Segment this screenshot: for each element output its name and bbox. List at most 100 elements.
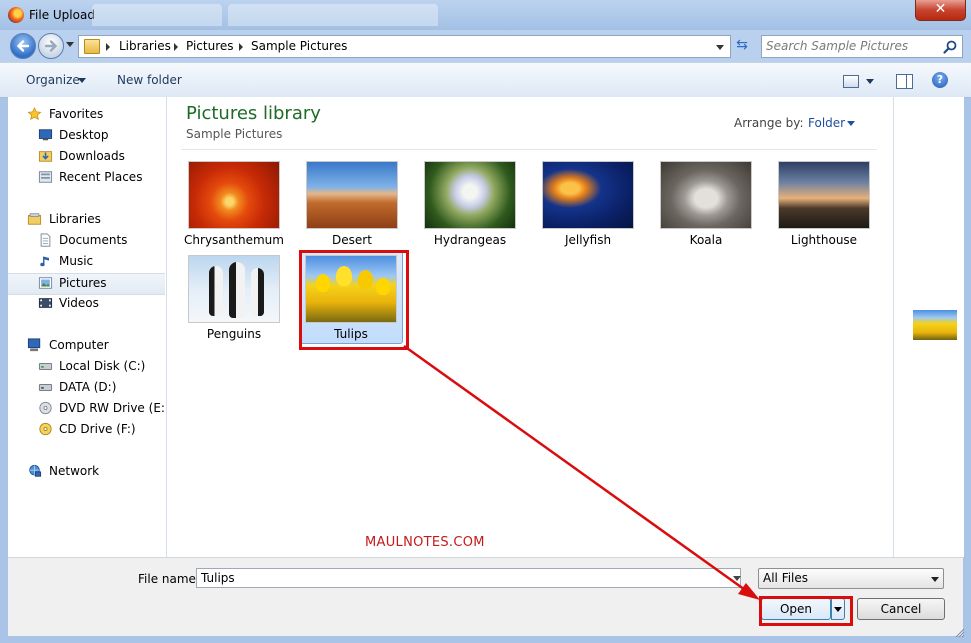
file-tile-desert[interactable]: Desert	[301, 157, 403, 249]
open-button[interactable]: Open	[761, 598, 831, 620]
nav-item-data-drive[interactable]: DATA (D:)	[8, 378, 166, 398]
file-tile-jellyfish[interactable]: Jellyfish	[537, 157, 639, 249]
address-bar[interactable]: Libraries Pictures Sample Pictures	[78, 35, 731, 58]
file-name-input[interactable]	[196, 568, 741, 588]
pictures-icon	[38, 277, 53, 289]
nav-label: Music	[59, 254, 94, 268]
nav-libraries[interactable]: Libraries	[8, 210, 166, 230]
file-name: Chrysanthemum	[184, 233, 284, 247]
breadcrumb-separator-icon[interactable]	[106, 43, 110, 51]
nav-item-videos[interactable]: Videos	[8, 294, 166, 314]
videos-icon	[38, 298, 53, 308]
breadcrumb-pictures[interactable]: Pictures	[186, 39, 234, 53]
file-name: Desert	[332, 233, 372, 247]
nav-computer[interactable]: Computer	[8, 336, 166, 356]
file-name: Jellyfish	[564, 233, 612, 247]
thumbnail-penguins	[188, 255, 280, 323]
file-name-history-dropdown-icon[interactable]	[733, 576, 741, 581]
dvd-drive-icon	[39, 401, 52, 415]
open-options-dropdown[interactable]	[831, 598, 845, 620]
nav-label: CD Drive (F:)	[59, 422, 136, 436]
thumbnail-jellyfish	[542, 161, 634, 229]
nav-label: Favorites	[49, 107, 104, 121]
search-icon[interactable]	[942, 39, 958, 55]
back-button[interactable]	[10, 33, 36, 59]
hard-drive-icon	[38, 383, 53, 391]
nav-item-documents[interactable]: Documents	[8, 231, 166, 251]
recent-places-icon	[38, 171, 53, 183]
chevron-down-icon	[931, 577, 939, 582]
file-name: Lighthouse	[790, 233, 858, 247]
star-icon	[27, 107, 42, 121]
nav-favorites[interactable]: Favorites	[8, 105, 166, 125]
resize-grip-icon[interactable]	[955, 628, 965, 638]
breadcrumb-libraries[interactable]: Libraries	[119, 39, 171, 53]
refresh-button[interactable]: ⇆	[731, 35, 753, 56]
background-tab	[228, 4, 438, 26]
nav-label: Network	[49, 464, 100, 478]
breadcrumb-separator-icon[interactable]	[239, 43, 243, 51]
nav-label: Pictures	[59, 276, 107, 290]
file-tile-penguins[interactable]: Penguins	[183, 251, 285, 343]
file-list-pane[interactable]: Pictures library Sample Pictures Arrange…	[167, 97, 893, 557]
nav-item-music[interactable]: Music	[8, 252, 166, 272]
file-name: Hydrangeas	[433, 233, 507, 247]
nav-label: Recent Places	[59, 170, 143, 184]
arrange-by-dropdown[interactable]: Folder	[808, 116, 845, 130]
library-subtitle: Sample Pictures	[186, 127, 283, 141]
nav-item-recent-places[interactable]: Recent Places	[8, 168, 166, 188]
change-view-icon[interactable]	[843, 75, 859, 88]
desktop-icon	[38, 129, 53, 141]
file-tile-tulips[interactable]: Tulips	[299, 250, 403, 344]
documents-icon	[40, 233, 51, 247]
file-tile-hydrangeas[interactable]: Hydrangeas	[419, 157, 521, 249]
nav-label: Computer	[49, 338, 109, 352]
thumbnail-tulips	[305, 255, 397, 323]
close-button[interactable]: ✕	[915, 0, 966, 21]
breadcrumb-sample-pictures[interactable]: Sample Pictures	[251, 39, 347, 53]
view-options-dropdown-icon[interactable]	[866, 79, 874, 84]
music-icon	[40, 256, 49, 267]
window-title: File Upload	[29, 8, 95, 22]
title-bar[interactable]: File Upload ✕	[0, 0, 971, 30]
libraries-icon	[27, 213, 42, 225]
nav-item-downloads[interactable]: Downloads	[8, 147, 166, 167]
nav-item-pictures[interactable]: Pictures	[8, 273, 165, 295]
search-input[interactable]	[766, 37, 936, 55]
file-name-label: File name:	[138, 572, 200, 586]
new-folder-button[interactable]: New folder	[117, 73, 182, 87]
thumbnail-hydrangeas	[424, 161, 516, 229]
arrange-by-label: Arrange by:	[734, 116, 804, 130]
nav-item-desktop[interactable]: Desktop	[8, 126, 166, 146]
file-tile-lighthouse[interactable]: Lighthouse	[773, 157, 875, 249]
address-dropdown-icon[interactable]	[716, 45, 724, 50]
chevron-down-icon[interactable]	[847, 121, 855, 126]
dialog-footer: File name: All Files Open Cancel	[8, 557, 963, 636]
cancel-button[interactable]: Cancel	[857, 598, 945, 620]
command-toolbar: Organize New folder ?	[0, 62, 971, 98]
navigation-pane: Favorites Desktop Downloads Recent Place…	[8, 97, 167, 557]
file-type-select[interactable]: All Files	[758, 568, 944, 589]
preview-pane-toggle-icon[interactable]	[896, 74, 913, 89]
file-tile-koala[interactable]: Koala	[655, 157, 757, 249]
nav-network[interactable]: Network	[8, 462, 166, 482]
forward-button[interactable]	[38, 33, 64, 59]
file-name: Tulips	[334, 327, 368, 341]
chevron-down-icon[interactable]	[78, 78, 86, 83]
thumbnail-koala	[660, 161, 752, 229]
search-box[interactable]	[761, 35, 963, 58]
organize-button[interactable]: Organize	[26, 73, 80, 87]
nav-item-dvd-drive[interactable]: DVD RW Drive (E:) 20	[8, 399, 166, 419]
file-tile-chrysanthemum[interactable]: Chrysanthemum	[183, 157, 285, 249]
nav-item-cd-drive[interactable]: CD Drive (F:)	[8, 420, 166, 440]
cd-drive-icon	[39, 422, 52, 436]
arrow-left-icon	[16, 40, 30, 52]
header-divider	[181, 149, 877, 150]
breadcrumb-separator-icon[interactable]	[174, 43, 178, 51]
recent-pages-dropdown-icon[interactable]	[66, 42, 74, 47]
thumbnail-lighthouse	[778, 161, 870, 229]
help-icon[interactable]: ?	[932, 72, 948, 88]
nav-item-local-disk[interactable]: Local Disk (C:)	[8, 357, 166, 377]
nav-label: Libraries	[49, 212, 101, 226]
nav-label: DATA (D:)	[59, 380, 117, 394]
